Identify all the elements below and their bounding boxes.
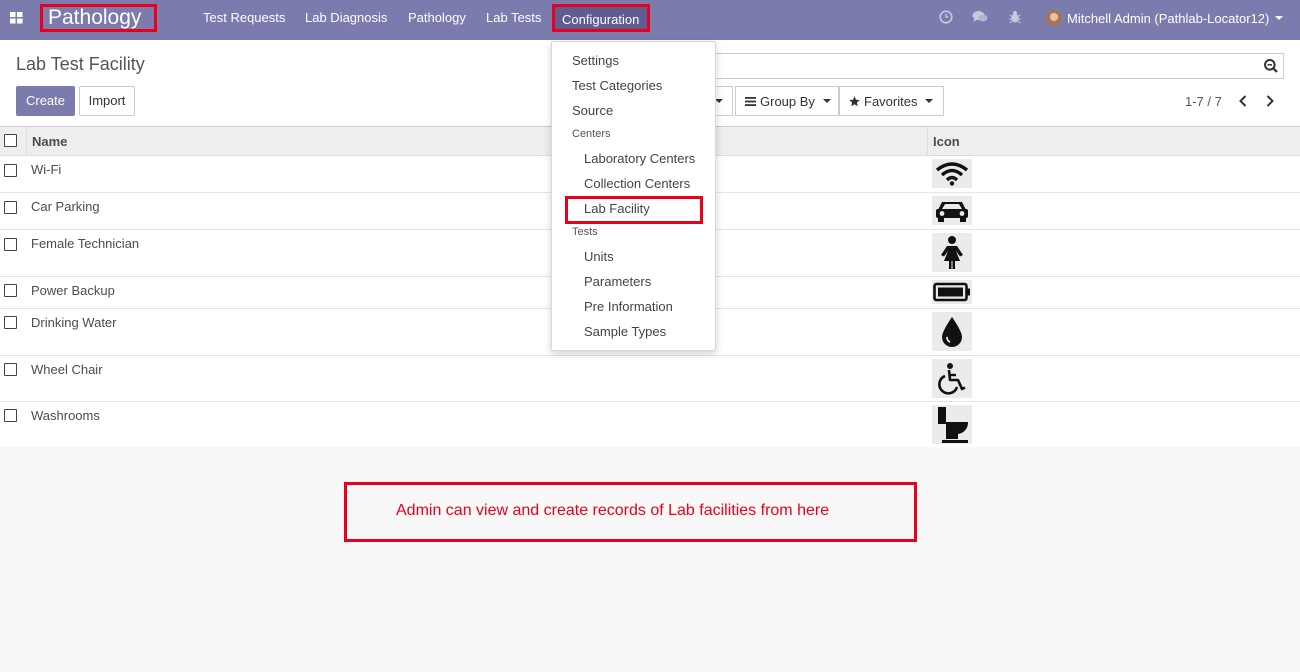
row-checkbox[interactable] [4,201,17,214]
wifi-icon [932,159,972,188]
table-row[interactable]: Washrooms [0,402,1300,447]
menu-item-test-categories[interactable]: Test Categories [572,78,662,93]
menu-item-collection-centers[interactable]: Collection Centers [584,176,690,191]
group-by-label: Group By [760,93,815,109]
row-checkbox[interactable] [4,409,17,422]
annotation-text: Admin can view and create records of Lab… [396,502,830,519]
chevron-down-icon [925,99,934,103]
battery-icon [932,280,972,304]
menu-item-settings[interactable]: Settings [572,53,619,68]
row-checkbox[interactable] [4,363,17,376]
menu-item-parameters[interactable]: Parameters [584,274,651,289]
row-name: Power Backup [31,283,115,298]
row-name: Female Technician [31,236,140,251]
apps-grid-icon[interactable] [6,8,26,28]
menu-lab-diagnosis[interactable]: Lab Diagnosis [305,10,387,25]
row-name: Washrooms [31,408,100,423]
user-menu[interactable]: Mitchell Admin (Pathlab-Locator12) [1046,8,1284,28]
column-header-icon[interactable]: Icon [927,127,1300,156]
search-input[interactable] [715,53,1284,79]
wheelchair-icon [932,359,972,398]
row-name: Car Parking [31,199,100,214]
configuration-dropdown: Settings Test Categories Source Centers … [551,41,716,351]
row-name: Drinking Water [31,315,117,330]
menu-item-sample-types[interactable]: Sample Types [584,324,666,339]
user-name: Mitchell Admin (Pathlab-Locator12) [1067,10,1270,26]
row-checkbox[interactable] [4,164,17,177]
create-button[interactable]: Create [16,86,75,116]
search-icon[interactable] [1263,58,1279,74]
menu-item-laboratory-centers[interactable]: Laboratory Centers [584,151,695,166]
water-drop-icon [932,312,972,351]
table-row[interactable]: Wheel Chair [0,356,1300,402]
menu-configuration[interactable]: Configuration [552,4,650,32]
chevron-down-icon [822,99,831,103]
annotation-box: Admin can view and create records of Lab… [344,482,917,542]
clock-icon[interactable] [938,9,954,25]
car-icon [932,196,972,225]
menu-pathology[interactable]: Pathology [408,10,466,25]
bug-icon[interactable] [1007,9,1023,25]
menu-header-tests: Tests [572,226,598,238]
star-icon [849,95,860,106]
group-by-button[interactable]: Group By [735,86,839,116]
female-icon [932,233,972,272]
page-title: Lab Test Facility [16,54,145,74]
avatar [1046,10,1062,26]
pager-value[interactable]: 1-7 / 7 [1185,94,1222,109]
favorites-label: Favorites [864,93,918,109]
row-name: Wheel Chair [31,362,103,377]
toilet-icon [932,405,972,444]
select-all-checkbox[interactable] [4,134,17,147]
import-button[interactable]: Import [79,86,135,116]
column-header-name[interactable]: Name [26,127,927,156]
menu-lab-tests[interactable]: Lab Tests [486,10,541,25]
chat-icon[interactable] [972,9,988,25]
row-checkbox[interactable] [4,238,17,251]
menu-item-source[interactable]: Source [572,103,613,118]
menu-item-units[interactable]: Units [584,249,614,264]
chevron-down-icon [1275,16,1284,20]
menu-item-pre-information[interactable]: Pre Information [584,299,673,314]
row-name: Wi-Fi [31,162,62,177]
menu-test-requests[interactable]: Test Requests [203,10,285,25]
app-brand[interactable]: Pathology [40,4,157,32]
favorites-button[interactable]: Favorites [839,86,944,116]
chevron-down-icon [715,99,723,103]
list-icon [745,96,756,106]
row-checkbox[interactable] [4,284,17,297]
row-checkbox[interactable] [4,316,17,329]
pager-previous-icon[interactable] [1235,92,1251,110]
menu-item-lab-facility[interactable]: Lab Facility [584,201,650,216]
menu-header-centers: Centers [572,128,611,140]
pager-next-icon[interactable] [1262,92,1278,110]
top-navbar: Pathology Test Requests Lab Diagnosis Pa… [0,0,1300,40]
